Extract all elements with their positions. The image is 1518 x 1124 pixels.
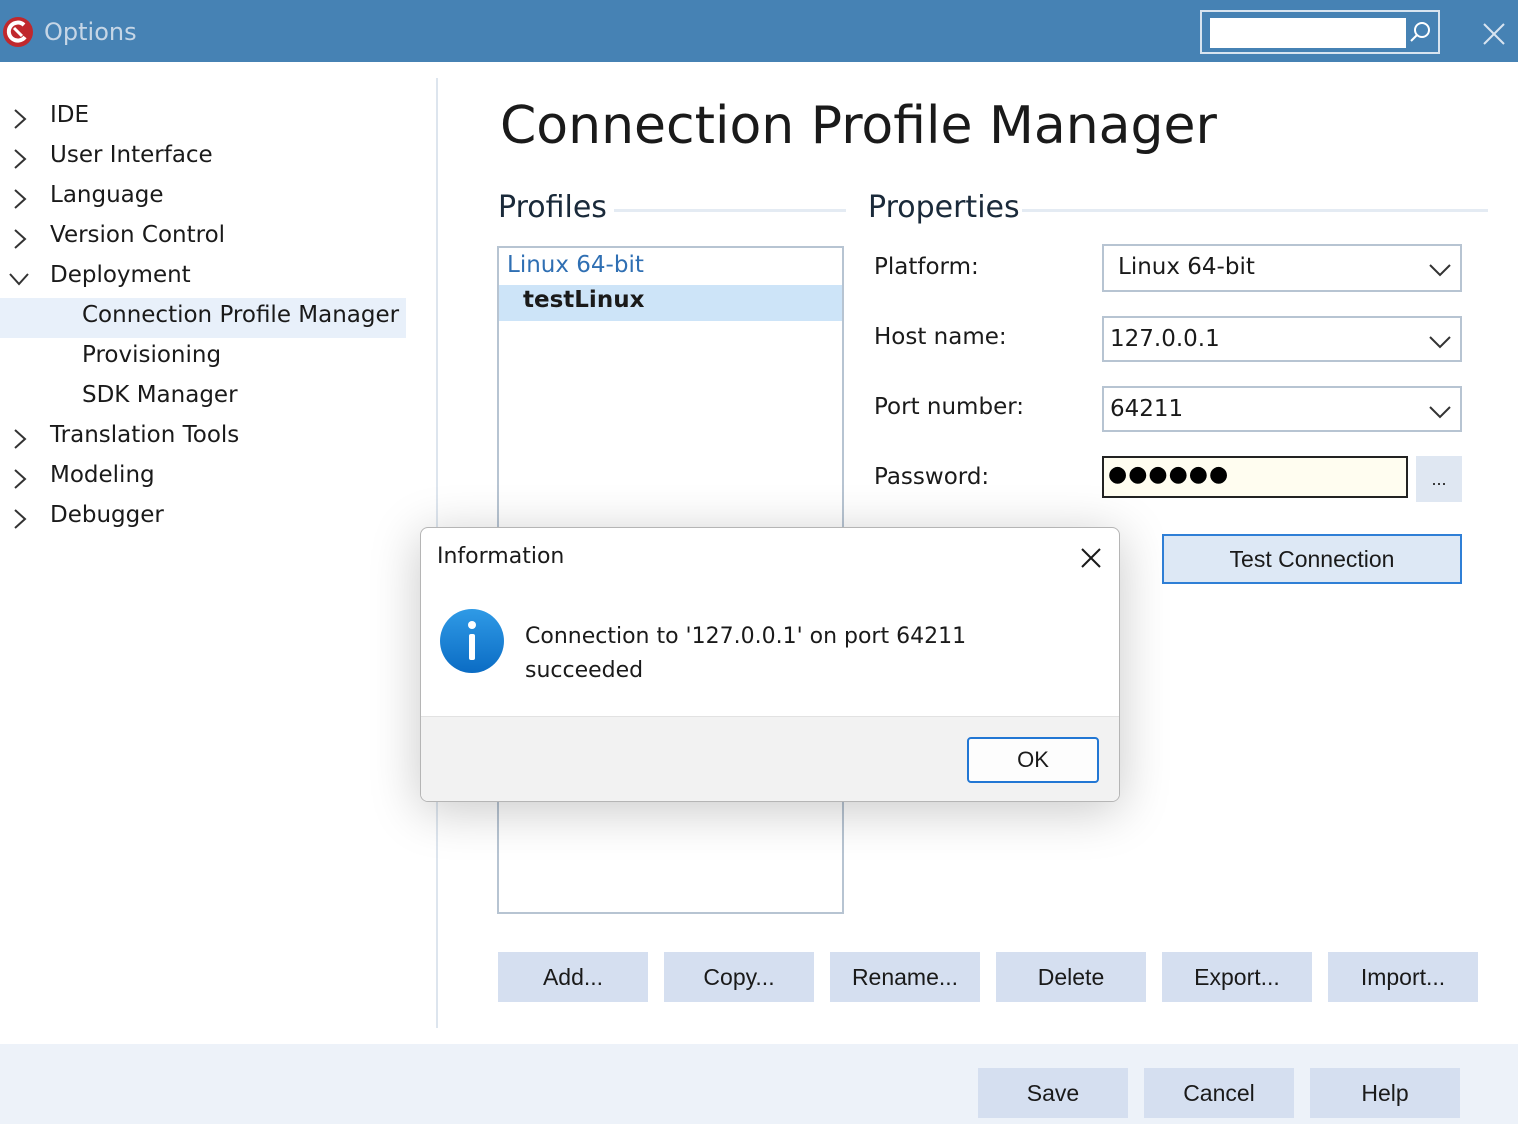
properties-heading: Properties bbox=[868, 190, 1020, 225]
page-title: Connection Profile Manager bbox=[500, 96, 1217, 156]
platform-value: Linux 64-bit bbox=[1118, 254, 1255, 280]
delete-button[interactable]: Delete bbox=[996, 952, 1146, 1002]
tree-item-label: Connection Profile Manager bbox=[82, 302, 400, 328]
password-value: ●●●●●● bbox=[1108, 462, 1230, 487]
copy-button[interactable]: Copy... bbox=[664, 952, 814, 1002]
tree-item-ide[interactable]: IDE bbox=[0, 98, 406, 138]
help-button[interactable]: Help bbox=[1310, 1068, 1460, 1118]
info-icon bbox=[440, 609, 504, 673]
chevron-down-icon[interactable] bbox=[1428, 400, 1452, 424]
cancel-button[interactable]: Cancel bbox=[1144, 1068, 1294, 1118]
tree-item-user-interface[interactable]: User Interface bbox=[0, 138, 406, 178]
list-item[interactable]: testLinux bbox=[499, 285, 842, 321]
host-name-field[interactable]: 127.0.0.1 bbox=[1102, 316, 1462, 362]
chevron-right-icon[interactable] bbox=[8, 228, 30, 250]
profile-group-label: Linux 64-bit bbox=[507, 252, 644, 278]
tree-item-language[interactable]: Language bbox=[0, 178, 406, 218]
port-number-field[interactable]: 64211 bbox=[1102, 386, 1462, 432]
tree-item-label: Modeling bbox=[50, 462, 155, 488]
ok-button[interactable]: OK bbox=[967, 737, 1099, 783]
password-label: Password: bbox=[874, 464, 990, 490]
tree-item-provisioning[interactable]: Provisioning bbox=[0, 338, 406, 378]
tree-item-label: Version Control bbox=[50, 222, 226, 248]
close-icon[interactable] bbox=[1077, 544, 1105, 572]
chevron-right-icon[interactable] bbox=[8, 188, 30, 210]
search-box[interactable] bbox=[1200, 10, 1440, 54]
rename-button[interactable]: Rename... bbox=[830, 952, 980, 1002]
tree-item-connection-profile-manager[interactable]: Connection Profile Manager bbox=[0, 298, 406, 338]
app-icon bbox=[3, 17, 33, 47]
tree-item-deployment[interactable]: Deployment bbox=[0, 258, 406, 298]
tree-item-translation-tools[interactable]: Translation Tools bbox=[0, 418, 406, 458]
properties-separator bbox=[1022, 209, 1488, 212]
profile-name: testLinux bbox=[523, 287, 645, 313]
title-bar: Options bbox=[0, 0, 1518, 62]
chevron-down-icon[interactable] bbox=[8, 268, 30, 290]
dialog-title: Information bbox=[437, 544, 565, 569]
dialog-footer: OK bbox=[421, 716, 1119, 801]
tree-item-label: Language bbox=[50, 182, 164, 208]
dialog-message: Connection to '127.0.0.1' on port 64211 … bbox=[525, 624, 967, 683]
chevron-right-icon[interactable] bbox=[8, 468, 30, 490]
profiles-heading: Profiles bbox=[498, 190, 607, 225]
tree-item-label: Provisioning bbox=[82, 342, 222, 368]
platform-select[interactable]: Linux 64-bit bbox=[1102, 244, 1462, 292]
tree-item-label: Deployment bbox=[50, 262, 191, 288]
tree-item-label: Translation Tools bbox=[50, 422, 240, 448]
profiles-separator bbox=[614, 209, 846, 212]
tree-item-label: SDK Manager bbox=[82, 382, 238, 408]
chevron-down-icon[interactable] bbox=[1428, 330, 1452, 354]
import-button[interactable]: Import... bbox=[1328, 952, 1478, 1002]
port-number-value: 64211 bbox=[1110, 396, 1184, 422]
host-name-label: Host name: bbox=[874, 324, 1007, 350]
platform-label: Platform: bbox=[874, 254, 979, 280]
tree-item-modeling[interactable]: Modeling bbox=[0, 458, 406, 498]
tree-item-version-control[interactable]: Version Control bbox=[0, 218, 406, 258]
test-connection-button[interactable]: Test Connection bbox=[1162, 534, 1462, 584]
password-field[interactable]: ●●●●●● bbox=[1102, 456, 1408, 498]
export-button[interactable]: Export... bbox=[1162, 952, 1312, 1002]
chevron-right-icon[interactable] bbox=[8, 108, 30, 130]
chevron-down-icon[interactable] bbox=[1428, 258, 1452, 282]
tree-item-label: Debugger bbox=[50, 502, 164, 528]
save-button[interactable]: Save bbox=[978, 1068, 1128, 1118]
search-input[interactable] bbox=[1210, 18, 1406, 48]
add-button[interactable]: Add... bbox=[498, 952, 648, 1002]
tree-item-debugger[interactable]: Debugger bbox=[0, 498, 406, 538]
host-name-value: 127.0.0.1 bbox=[1110, 326, 1220, 352]
chevron-right-icon[interactable] bbox=[8, 508, 30, 530]
chevron-right-icon[interactable] bbox=[8, 148, 30, 170]
window-title: Options bbox=[44, 18, 137, 46]
search-icon[interactable] bbox=[1408, 20, 1432, 44]
tree-item-label: IDE bbox=[50, 102, 90, 128]
port-number-label: Port number: bbox=[874, 394, 1025, 420]
tree-item-label: User Interface bbox=[50, 142, 213, 168]
close-icon[interactable] bbox=[1480, 20, 1508, 48]
browse-password-button[interactable]: ... bbox=[1416, 456, 1462, 502]
tree-item-sdk-manager[interactable]: SDK Manager bbox=[0, 378, 406, 418]
information-dialog: Information Connection to '127.0.0.1' on… bbox=[420, 527, 1120, 802]
chevron-right-icon[interactable] bbox=[8, 428, 30, 450]
